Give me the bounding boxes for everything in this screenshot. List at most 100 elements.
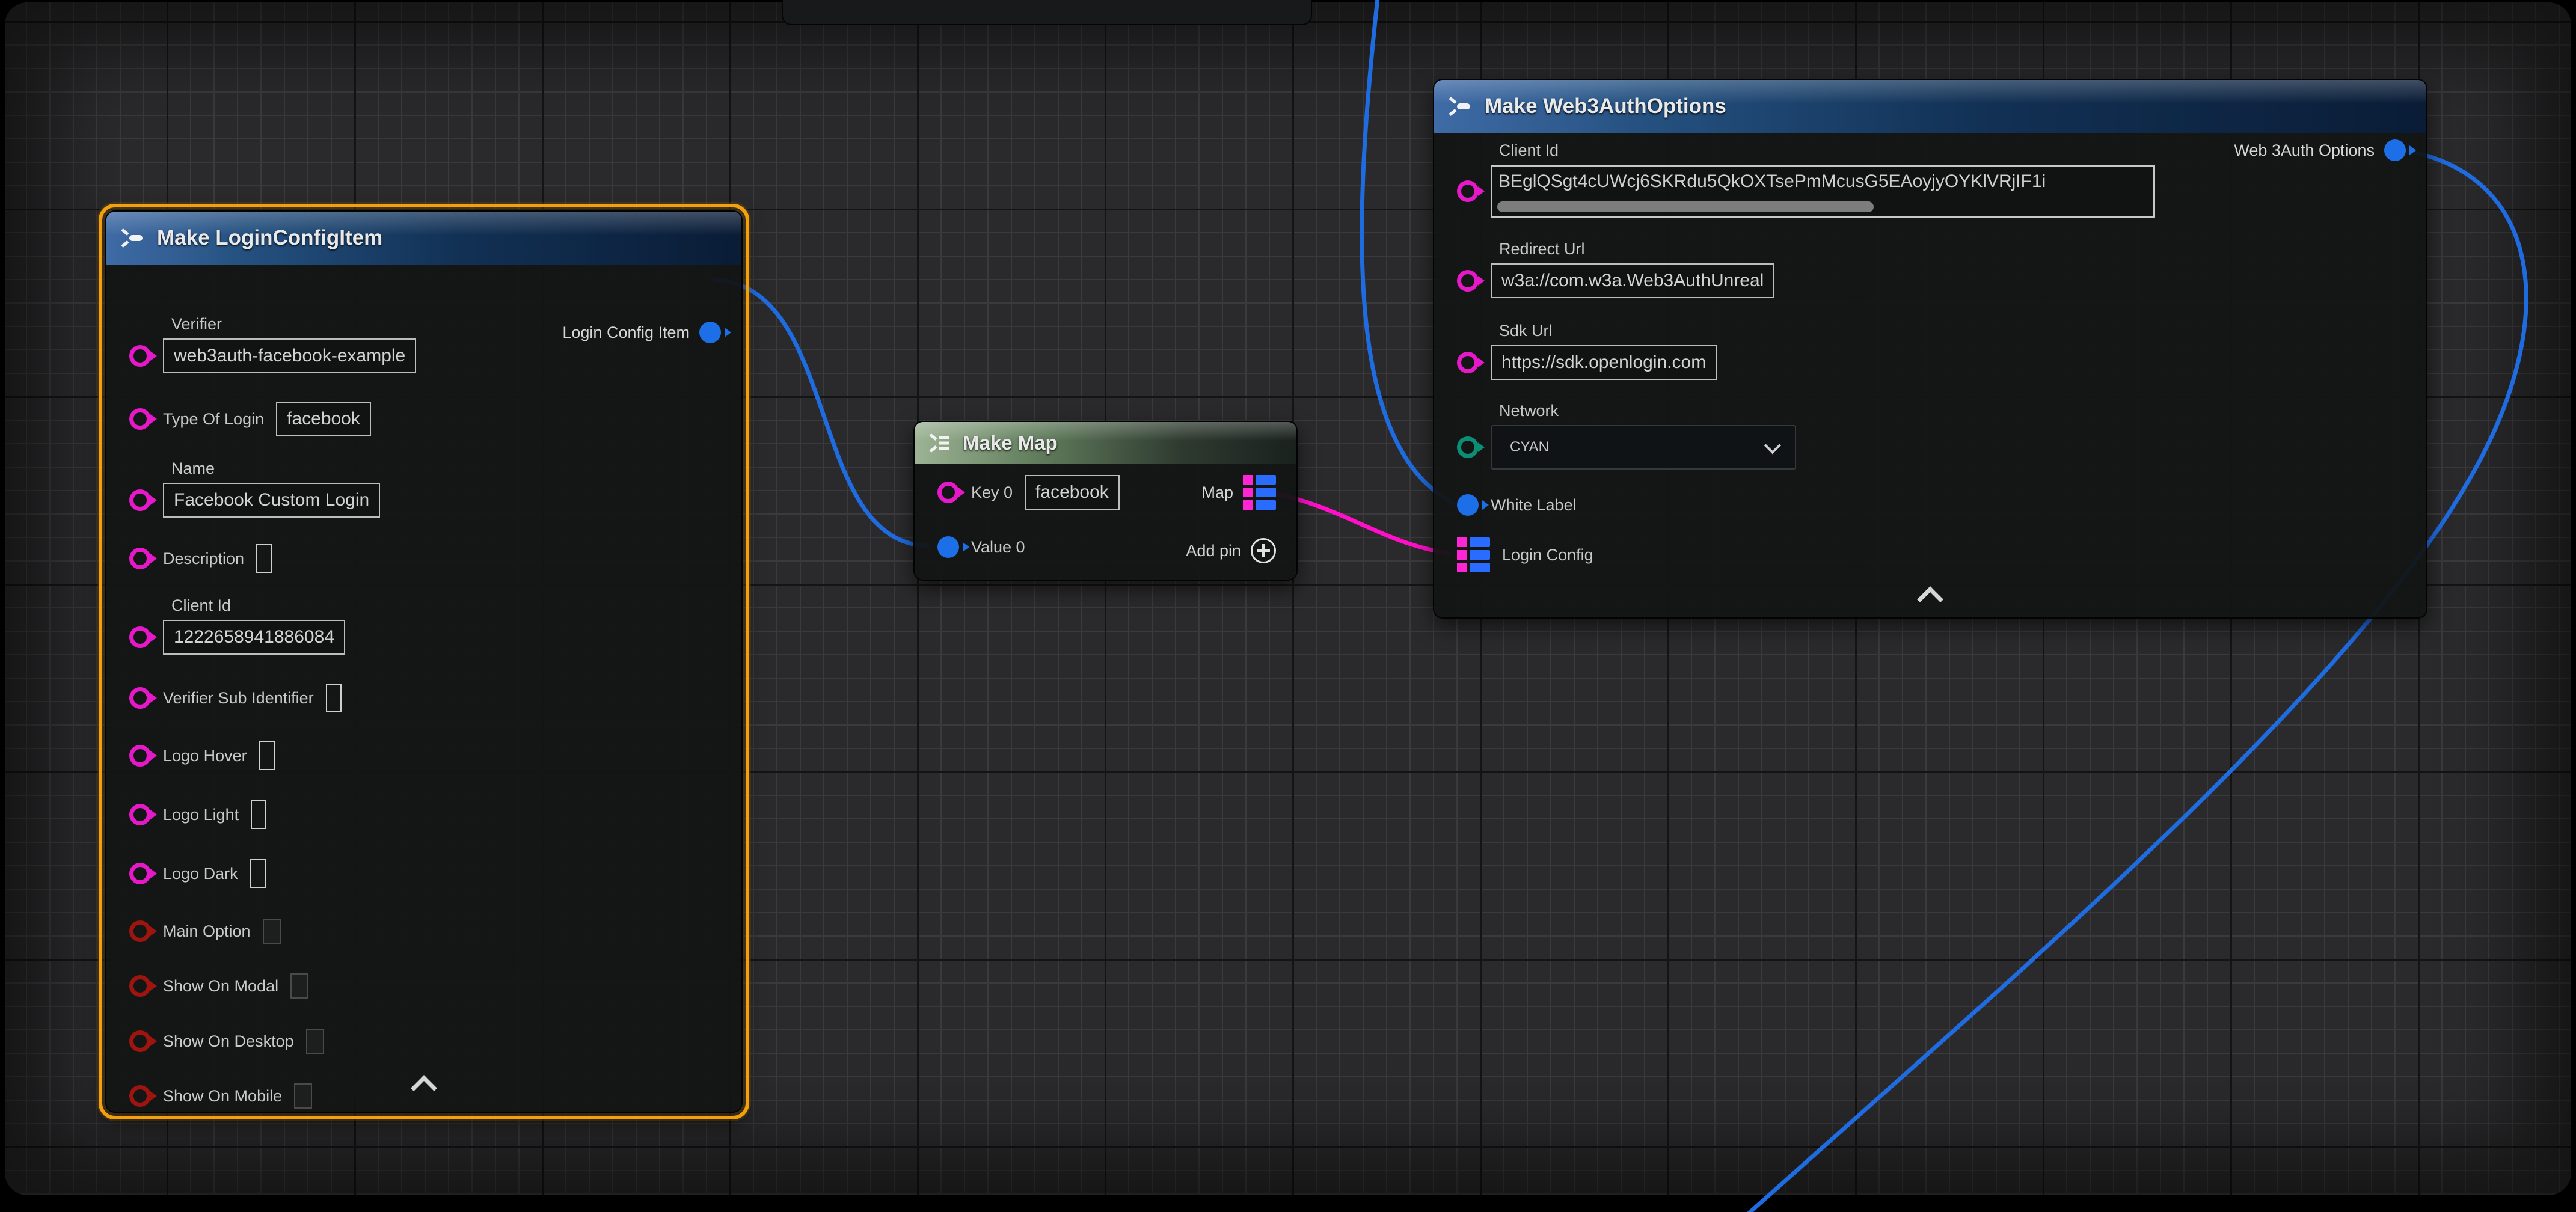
node-header[interactable]: Make LoginConfigItem [106, 212, 741, 265]
pin-label: White Label [1491, 496, 1577, 515]
make-map-icon [928, 433, 952, 453]
add-pin-button[interactable] [1251, 538, 1276, 563]
verifier-field[interactable]: web3auth-facebook-example [163, 338, 416, 373]
input-pin-verifier-sub-identifier[interactable] [129, 687, 151, 709]
input-pin-verifier[interactable] [129, 345, 151, 367]
network-dropdown[interactable]: CYAN [1491, 425, 1796, 470]
pin-row-verifier-sub-identifier: Verifier Sub Identifier [129, 684, 342, 712]
pin-label: Show On Desktop [163, 1032, 294, 1051]
show-on-modal-checkbox[interactable] [290, 973, 308, 999]
pin-label: Description [163, 549, 244, 568]
node-title: Make Map [963, 432, 1058, 454]
output-row-map: Map [1201, 475, 1276, 510]
pin-row-show-on-modal: Show On Modal [129, 973, 308, 999]
pin-row-main-option: Main Option [129, 919, 281, 944]
pin-label: Network [1499, 402, 1559, 420]
input-pin-description[interactable] [129, 548, 151, 569]
pin-label: Logo Dark [163, 865, 238, 883]
node-header[interactable]: Make Web3AuthOptions [1434, 80, 2426, 133]
input-pin-white-label[interactable] [1457, 494, 1479, 516]
input-pin-redirect-url[interactable] [1457, 270, 1479, 292]
input-pin-value-0[interactable] [937, 536, 959, 558]
pin-label: Redirect Url [1499, 240, 1585, 259]
horizontal-scrollbar[interactable] [1497, 201, 1874, 212]
network-selected-value: CYAN [1510, 439, 1549, 456]
pin-label: Key 0 [971, 483, 1013, 502]
node-header[interactable]: Make Map [915, 422, 1296, 464]
pin-row-show-on-mobile: Show On Mobile [129, 1083, 312, 1109]
input-pin-client-id[interactable] [129, 626, 151, 648]
pin-label: Verifier Sub Identifier [163, 689, 314, 708]
output-pin-web3auth-options[interactable] [2384, 139, 2406, 161]
client-id-field[interactable]: BEglQSgt4cUWcj6SKRdu5QkOXTsePmMcusG5EAoy… [1491, 165, 2155, 218]
show-on-desktop-checkbox[interactable] [306, 1029, 324, 1054]
input-pin-client-id[interactable] [1457, 180, 1479, 202]
redirect-url-field[interactable]: w3a://com.w3a.Web3AuthUnreal [1491, 263, 1774, 298]
offscreen-node-bottom-edge[interactable] [782, 0, 1312, 25]
pin-row-verifier: Verifier web3auth-facebook-example [129, 338, 416, 373]
pin-row-name: Name Facebook Custom Login [129, 483, 380, 518]
input-pin-type-of-login[interactable] [129, 408, 151, 430]
logo-hover-field[interactable] [259, 741, 275, 770]
chevron-down-icon [1764, 437, 1781, 454]
input-pin-logo-dark[interactable] [129, 863, 151, 884]
input-pin-show-on-desktop[interactable] [129, 1030, 151, 1052]
input-pin-name[interactable] [129, 489, 151, 511]
input-pin-network[interactable] [1457, 436, 1479, 458]
output-pin-label: Login Config Item [562, 323, 690, 342]
pin-row-key-0: Key 0 facebook [937, 475, 1120, 510]
input-pin-main-option[interactable] [129, 920, 151, 942]
pin-row-sdk-url: Sdk Url https://sdk.openlogin.com [1457, 345, 1717, 380]
pin-label: Type Of Login [163, 410, 264, 429]
input-pin-key-0[interactable] [937, 482, 959, 503]
pin-label: Login Config [1502, 546, 1593, 565]
pin-row-logo-hover: Logo Hover [129, 741, 275, 770]
pin-label: Main Option [163, 922, 251, 941]
output-pin-login-config-item[interactable] [699, 322, 721, 343]
input-pin-logo-hover[interactable] [129, 745, 151, 767]
description-field[interactable] [256, 544, 272, 573]
client-id-text: BEglQSgt4cUWcj6SKRdu5QkOXTsePmMcusG5EAoy… [1492, 167, 2153, 192]
key-0-field[interactable]: facebook [1025, 475, 1120, 510]
pin-row-client-id: Client Id 1222658941886084 [129, 620, 345, 655]
input-pin-logo-light[interactable] [129, 804, 151, 825]
pin-label: Logo Light [163, 806, 239, 824]
collapse-node-chevron-icon[interactable] [1917, 586, 1943, 613]
pin-row-white-label: White Label [1457, 494, 1577, 516]
input-pin-show-on-mobile[interactable] [129, 1085, 151, 1107]
output-pin-map[interactable] [1243, 475, 1276, 510]
blueprint-editor: Make LoginConfigItem Login Config Item V… [0, 0, 2576, 1212]
pin-row-value-0: Value 0 [937, 536, 1025, 558]
pin-label: Verifier [171, 315, 222, 334]
input-pin-show-on-modal[interactable] [129, 975, 151, 997]
node-make-web3authoptions[interactable]: Make Web3AuthOptions Web 3Auth Options C… [1433, 79, 2427, 619]
pin-label: Sdk Url [1499, 322, 1553, 340]
node-title: Make Web3AuthOptions [1485, 94, 1726, 118]
pin-row-logo-dark: Logo Dark [129, 859, 266, 888]
input-pin-login-config[interactable] [1457, 537, 1490, 572]
pin-row-network: Network CYAN [1457, 425, 1796, 470]
make-struct-icon [1447, 96, 1474, 117]
pin-label: Show On Modal [163, 977, 278, 996]
output-pin-label: Map [1201, 483, 1233, 502]
node-make-loginconfigitem[interactable]: Make LoginConfigItem Login Config Item V… [105, 210, 743, 1113]
pin-row-description: Description [129, 544, 272, 573]
logo-light-field[interactable] [251, 800, 266, 829]
collapse-node-chevron-icon[interactable] [411, 1075, 437, 1101]
output-pin-label: Web 3Auth Options [2234, 141, 2375, 160]
type-of-login-field[interactable]: facebook [276, 402, 371, 436]
logo-dark-field[interactable] [250, 859, 266, 888]
sdk-url-field[interactable]: https://sdk.openlogin.com [1491, 345, 1717, 380]
pin-label: Value 0 [971, 538, 1025, 557]
show-on-mobile-checkbox[interactable] [294, 1083, 312, 1109]
main-option-checkbox[interactable] [263, 919, 281, 944]
name-field[interactable]: Facebook Custom Login [163, 483, 380, 518]
output-row-login-config-item: Login Config Item [562, 322, 721, 343]
client-id-field[interactable]: 1222658941886084 [163, 620, 345, 655]
node-make-map[interactable]: Make Map Key 0 facebook Map Value 0 Add … [913, 421, 1298, 581]
output-row-web3auth-options: Web 3Auth Options [2234, 139, 2406, 161]
input-pin-sdk-url[interactable] [1457, 352, 1479, 373]
verifier-sub-identifier-field[interactable] [326, 684, 342, 712]
add-pin-row: Add pin [1186, 538, 1276, 563]
pin-row-client-id: Client Id BEglQSgt4cUWcj6SKRdu5QkOXTsePm… [1457, 165, 2155, 218]
